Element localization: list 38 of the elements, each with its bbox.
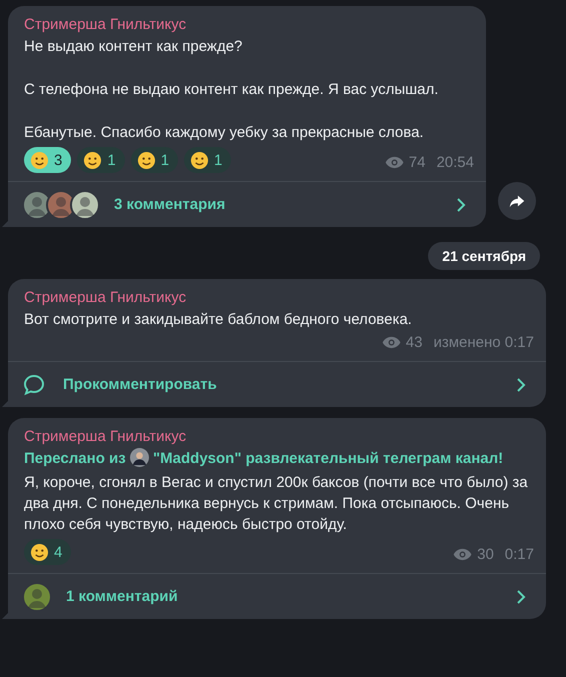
smiley-icon xyxy=(83,150,102,170)
message-text: Я, короче, сгонял в Вегас и спустил 200к баксов (почти все что было) за два дня. С понедельника вернусь к стримам. Пока отсыпаюсь. Очень плохо себя чувствую, надеюсь быстро отойду. xyxy=(24,473,529,535)
smiley-icon xyxy=(30,150,49,170)
channel-avatar-icon xyxy=(130,448,149,467)
view-count: 43 xyxy=(406,334,422,351)
chevron-icon xyxy=(516,376,526,392)
message-time: изменено 0:17 xyxy=(433,334,534,351)
author-name[interactable]: Стримерша Гнильтикус xyxy=(24,289,534,306)
comments-button[interactable]: Прокомментировать xyxy=(8,361,546,407)
message-text: Вот смотрите и закидывайте баблом бедного человека. xyxy=(24,310,413,330)
comments-button[interactable]: 3 комментария xyxy=(8,181,486,227)
message-text: Ебанутые. Спасибо каждому уебку за прекрасные слова. xyxy=(24,123,425,143)
smiley-icon xyxy=(30,542,49,562)
reaction-button[interactable]: 1 xyxy=(130,147,178,173)
smiley-icon xyxy=(136,150,156,170)
author-name[interactable]: Стримерша Гнильтикус xyxy=(24,16,474,33)
comments-button[interactable]: 1 комментарий xyxy=(8,573,546,619)
forwarded-header[interactable]: Переслано из "Maddyson" развлекательный телеграм канал! xyxy=(24,448,534,470)
reaction-button[interactable]: 1 xyxy=(77,147,125,173)
smiley-icon xyxy=(190,150,210,170)
share-button[interactable] xyxy=(498,182,536,220)
comment-icon xyxy=(22,372,46,396)
reaction-button[interactable]: 4 xyxy=(24,539,72,565)
message-time: 0:17 xyxy=(504,546,534,563)
message-time: 20:54 xyxy=(436,154,474,171)
author-name[interactable]: Стримерша Гнильтикус xyxy=(24,428,534,445)
chevron-icon xyxy=(516,588,526,604)
date-badge: 21 сентября xyxy=(428,242,540,270)
view-count: 30 xyxy=(477,546,494,563)
message-text: Не выдаю контент как прежде? xyxy=(24,37,244,57)
reaction-button[interactable]: 3 xyxy=(24,147,72,173)
reaction-button[interactable]: 1 xyxy=(184,147,232,173)
eye-icon xyxy=(453,548,472,561)
view-count: 74 xyxy=(408,154,426,171)
eye-icon xyxy=(384,156,404,169)
message-text: С телефона не выдаю контент как прежде. Я вас услышал. xyxy=(24,80,440,100)
eye-icon xyxy=(382,336,401,349)
chevron-icon xyxy=(456,196,466,212)
